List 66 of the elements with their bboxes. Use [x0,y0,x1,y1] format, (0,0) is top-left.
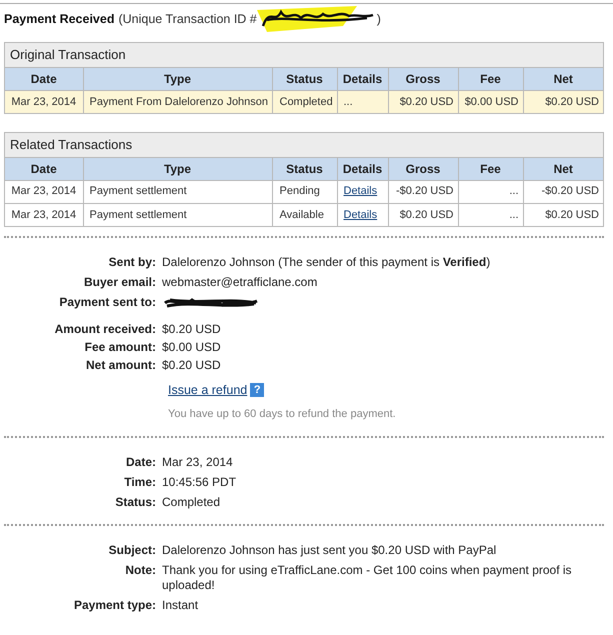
field-label: Time: [123,475,157,490]
details-link[interactable]: Details [344,208,378,220]
field-label: Note: [124,563,157,578]
table-cell: -$0.20 USD [388,180,458,203]
field-value: Completed [162,495,222,510]
table-cell: Pending [272,180,337,203]
table-cell: ... [458,180,523,203]
field-value: $0.20 USD [162,322,222,337]
field-value: Dalelorenzo Johnson has just sent you $0.20 USD with PayPal [162,543,498,558]
table-cell: Payment settlement [83,180,272,203]
table-cell: Available [272,203,337,226]
table-cell: $0.20 USD [523,203,603,226]
table-cell: -$0.20 USD [523,180,603,203]
column-header: Gross [388,68,458,90]
column-header: Net [523,158,603,180]
field-label: Buyer email: [82,275,157,290]
field-value: webmaster@etrafficlane.com [162,275,318,290]
field-label: Sent by: [108,255,157,270]
field-label: Net amount: [85,358,157,373]
column-header: Status [272,158,337,180]
column-header: Fee [458,158,523,180]
field-label: Status: [114,495,157,510]
field-label: Fee amount: [84,340,157,355]
column-header: Details [337,158,388,180]
field-value: Dalelorenzo Johnson (The sender of this payment is Verified) [162,255,492,270]
field-label: Payment sent to: [58,295,157,310]
field-value: Thank you for using eTrafficLane.com - Get 100 coins when payment proof is uploaded! [162,563,573,594]
table-cell: Mar 23, 2014 [5,203,83,226]
table-cell: Payment From Dalelorenzo Johnson [83,90,272,113]
closing-paren: ) [376,10,381,28]
field-label: Date: [124,455,157,470]
column-header: Date [5,68,83,90]
column-header: Date [5,158,83,180]
details-link[interactable]: Details [344,185,378,198]
table-cell: $0.20 USD [523,90,603,113]
table-cell: Completed [272,90,337,113]
help-icon[interactable]: ? [250,383,264,398]
transaction-id-label: (Unique Transaction ID # [118,10,257,28]
column-header: Type [83,158,272,180]
table-cell: Mar 23, 2014 [5,90,83,113]
table-cell: ... [458,203,523,226]
field-value: $0.20 USD [162,358,222,373]
refund-link[interactable]: Issue a refund [168,381,248,400]
field-value: Mar 23, 2014 [162,455,234,470]
field-value: Instant [162,598,200,614]
table-cell: $0.00 USD [458,90,523,113]
table-cell: Payment settlement [83,203,272,226]
table-cell: Mar 23, 2014 [5,180,83,203]
table-cell: $0.20 USD [388,203,458,226]
column-header: Status [272,68,337,90]
table-title: Original Transaction [5,43,603,68]
table-title: Related Transactions [5,133,603,158]
column-header: Type [83,68,272,90]
table-cell: ... [344,96,353,108]
column-header: Gross [388,158,458,180]
refund-note: You have up to 60 days to refund the payment. [168,406,397,422]
field-label: Payment type: [72,598,157,614]
field-value: $0.00 USD [162,340,222,355]
page-title: Payment Received [4,10,114,28]
field-value: 10:45:56 PDT [162,475,238,490]
column-header: Fee [458,68,523,90]
field-label: Amount received: [54,322,157,337]
field-label: Subject: [108,543,157,558]
column-header: Net [523,68,603,90]
table-cell: $0.20 USD [388,90,458,113]
column-header: Details [337,68,388,90]
